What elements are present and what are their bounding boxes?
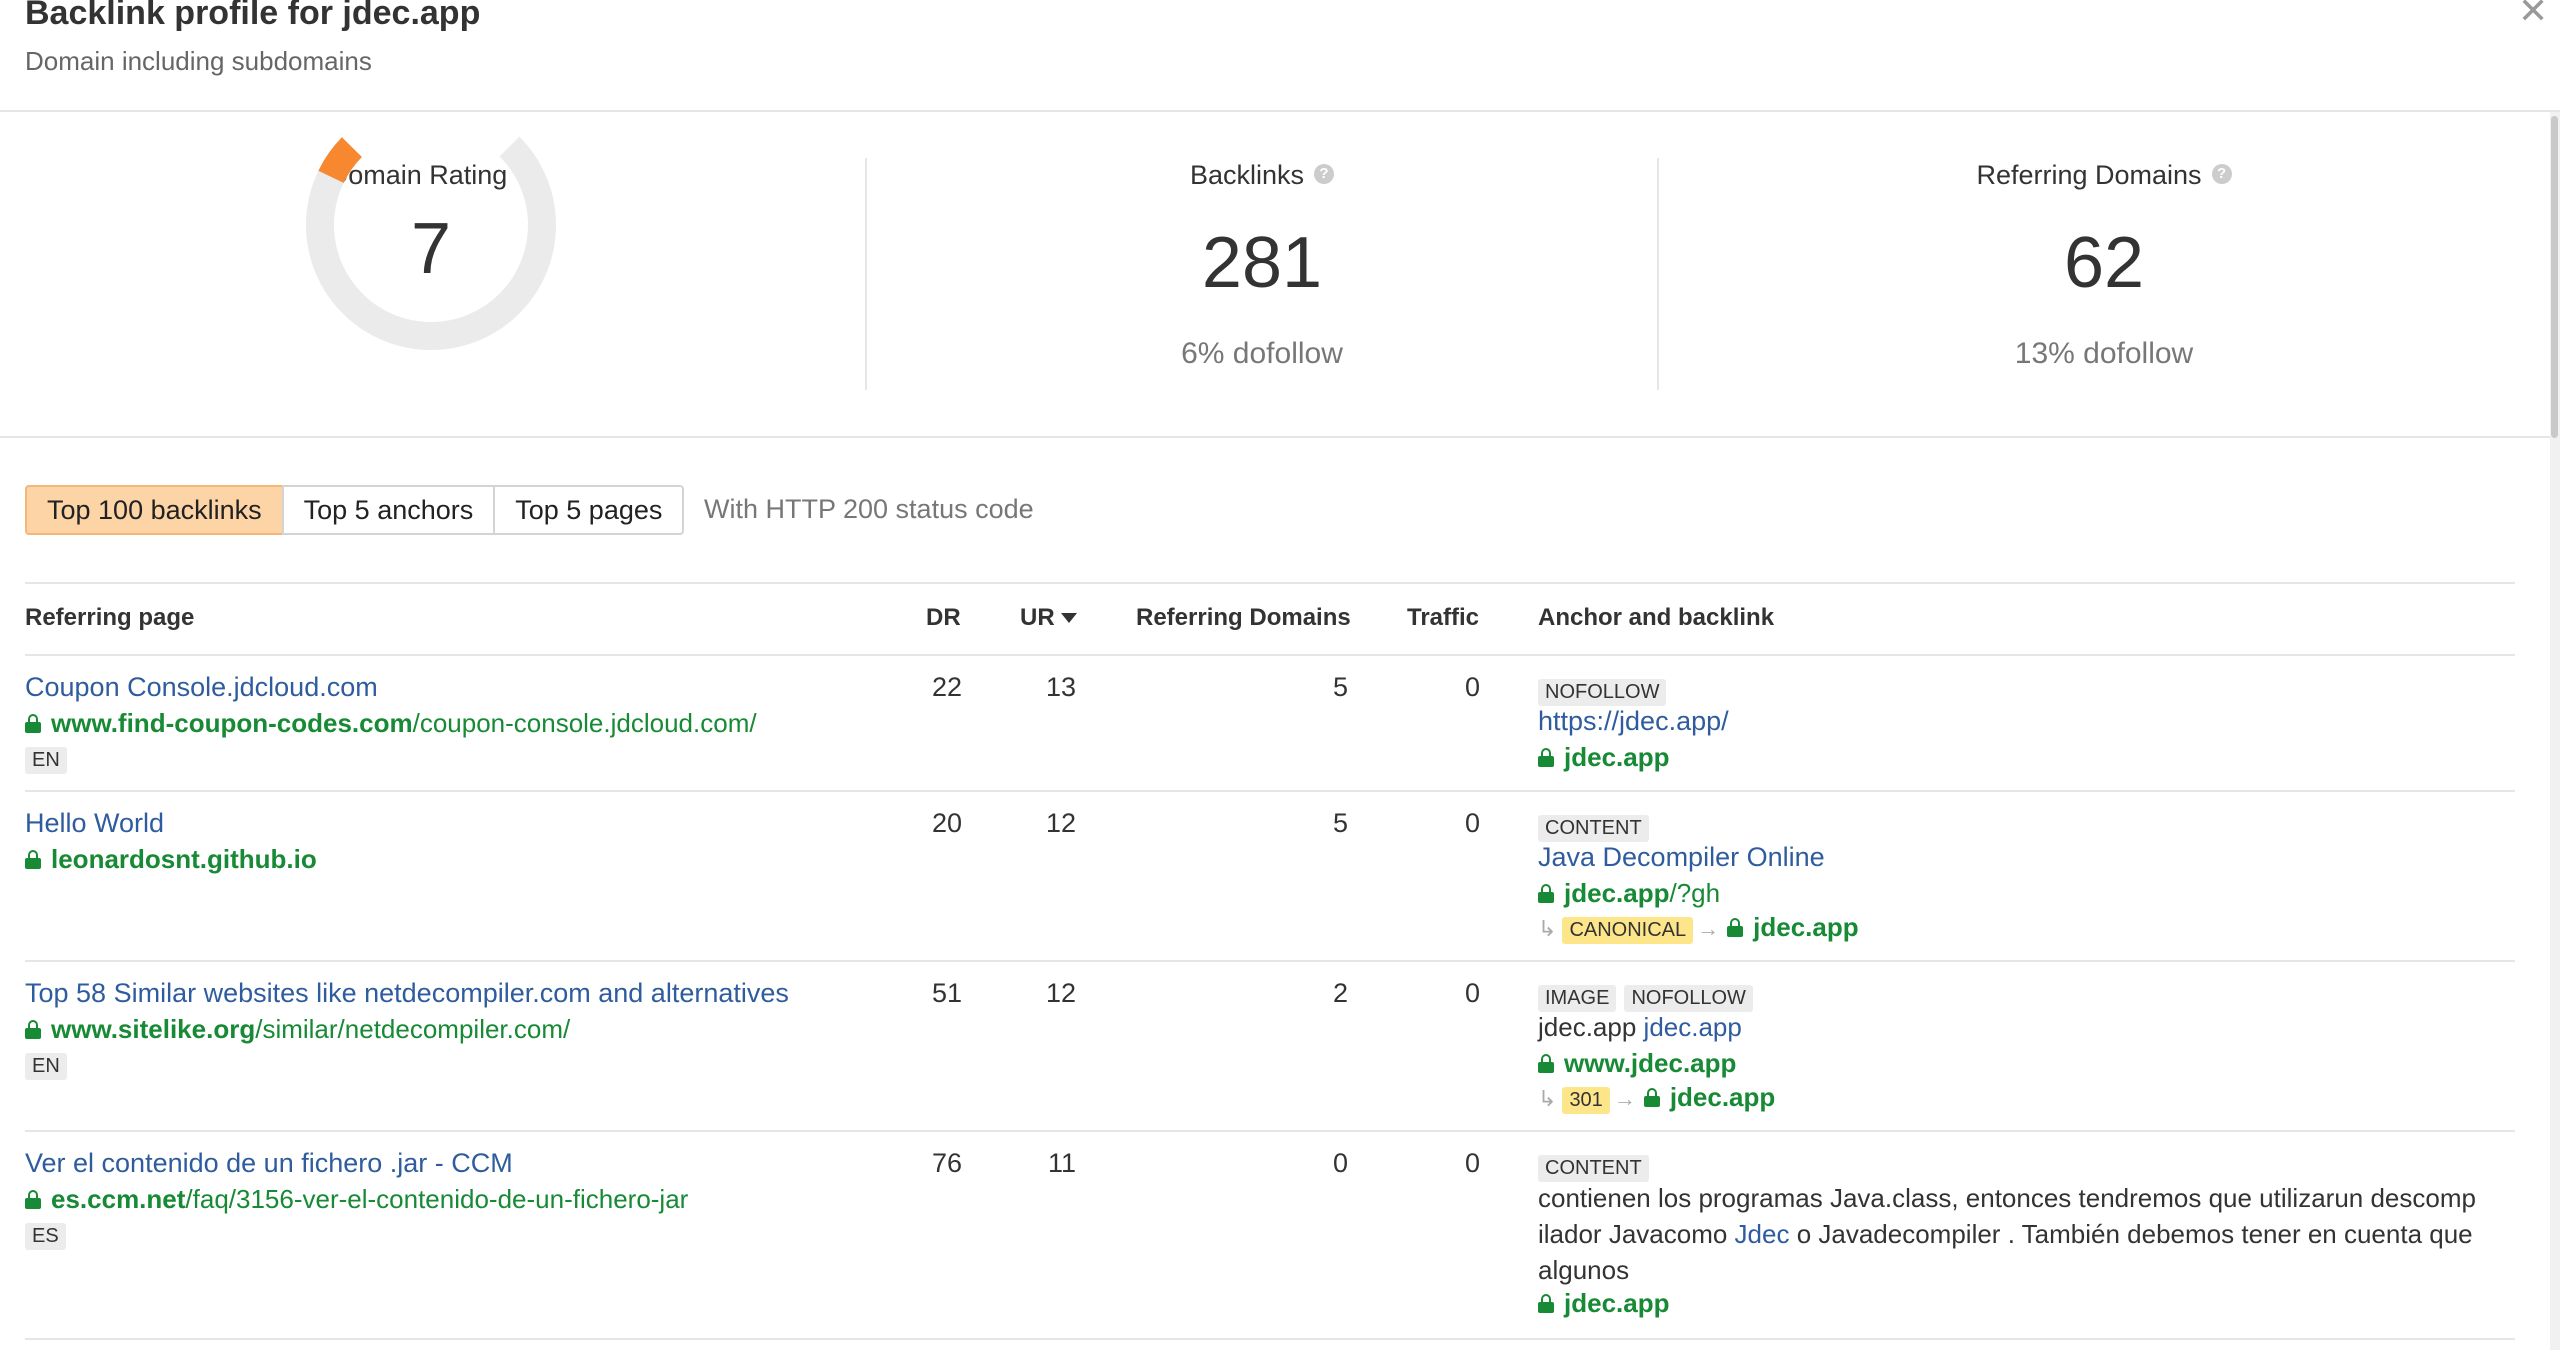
help-icon[interactable]: ? [2211,164,2232,184]
domain-rating-value: 7 [410,209,452,289]
ur-value: 12 [1045,978,1076,1008]
traffic-value: 0 [1464,808,1480,838]
anchor-link[interactable]: Java Decompiler Online [1538,842,1825,873]
lock-icon [25,1020,41,1039]
arrow-right-icon: → [1613,1086,1636,1111]
lock-icon [1538,748,1554,767]
column-header-referring-domains[interactable]: Referring Domains [1136,604,1351,632]
table-top-divider [25,582,2515,584]
help-icon[interactable]: ? [1314,164,1335,184]
modal-subtitle: Domain including subdomains [25,46,372,76]
backlink-target-url[interactable]: jdec.app [1538,742,1669,773]
table-row: Hello World leonardosnt.github.io 20 12 … [0,790,2550,960]
referring-page-title[interactable]: Coupon Console.jdcloud.com [25,672,378,703]
referring-page-url[interactable]: leonardosnt.github.io [25,844,317,875]
image-badge: IMAGE [1538,985,1617,1012]
anchor-link[interactable]: Jdec [1735,1219,1790,1249]
referring-domains-value: 62 [2063,223,2145,303]
referring-domains-metric: Referring Domains? 62 13% dofollow [1659,112,2549,438]
row-divider [25,1338,2515,1340]
column-header-referring-page[interactable]: Referring page [25,604,194,632]
referring-domains-value: 5 [1332,672,1348,702]
column-header-traffic[interactable]: Traffic [1407,604,1479,632]
lock-icon [1643,1088,1660,1107]
anchor-link[interactable]: jdec.app [1644,1012,1742,1042]
referring-domains-value: 0 [1332,1148,1348,1178]
ur-value: 12 [1045,808,1076,838]
content-badge: CONTENT [1538,1155,1649,1182]
referring-domains-value: 2 [1332,978,1348,1008]
dr-value: 76 [931,1148,962,1178]
lock-icon [1538,884,1554,903]
ur-value: 11 [1047,1148,1076,1178]
anchor-link[interactable]: https://jdec.app/ [1538,706,1729,737]
dr-value: 22 [931,672,962,702]
referring-page-url[interactable]: www.find-coupon-codes.com/coupon-console… [25,708,757,739]
lock-icon [25,850,41,869]
ur-value: 13 [1045,672,1076,702]
referring-page-url[interactable]: www.sitelike.org/similar/netdecompiler.c… [25,1014,570,1045]
tab-top-5-anchors[interactable]: Top 5 anchors [281,485,496,535]
anchor-text: jdec.app jdec.app [1538,1012,1742,1042]
close-icon[interactable]: ✕ [2518,0,2548,32]
language-badge: EN [25,1053,67,1080]
redirect-301-badge: 301 [1562,1087,1610,1114]
redirect-chain: ↳ CANONICAL → jdec.app [1538,912,1859,944]
table-row: Top 58 Similar websites like netdecompil… [0,960,2550,1130]
referring-domains-value: 5 [1332,808,1348,838]
status-note: With HTTP 200 status code [704,494,1034,524]
backlinks-label: Backlinks? [867,160,1657,191]
column-header-dr[interactable]: DR [926,604,961,632]
dr-value: 20 [931,808,962,838]
language-badge: EN [25,747,67,774]
lock-icon [25,1190,41,1209]
redirect-icon: ↳ [1538,1086,1557,1111]
dr-value: 51 [931,978,962,1008]
content-badge: CONTENT [1538,815,1649,842]
backlinks-metric: Backlinks? 281 6% dofollow [867,112,1657,438]
redirect-icon: ↳ [1538,916,1557,941]
lock-icon [25,714,41,733]
backlinks-value: 281 [1201,223,1323,303]
referring-page-title[interactable]: Hello World [25,808,164,839]
traffic-value: 0 [1464,978,1480,1008]
canonical-badge: CANONICAL [1562,917,1694,944]
nofollow-badge: NOFOLLOW [1538,679,1667,706]
metrics-panel: Domain Rating? 7 Backlinks? 281 6% dofol… [0,99,2550,438]
backlinks-dofollow: 6% dofollow [1181,337,1343,370]
column-header-anchor[interactable]: Anchor and backlink [1538,604,1774,632]
table-row: Ver el contenido de un fichero .jar - CC… [0,1130,2550,1340]
lock-icon [1727,918,1744,937]
modal-header: Backlink profile for jdec.app Domain inc… [0,0,2560,112]
tab-top-100-backlinks[interactable]: Top 100 backlinks [25,485,284,535]
referring-domains-dofollow: 13% dofollow [2014,337,2194,370]
referring-page-title[interactable]: Ver el contenido de un fichero .jar - CC… [25,1148,513,1179]
traffic-value: 0 [1464,1148,1480,1178]
language-badge: ES [25,1223,66,1250]
lock-icon [1538,1294,1554,1313]
backlink-target-url[interactable]: jdec.app [1538,1288,1669,1319]
anchor-text: contienen los programas Java.class, ento… [1538,1183,2476,1285]
arrow-right-icon: → [1697,916,1720,941]
scrollbar-thumb[interactable] [2551,116,2558,438]
sort-desc-icon [1060,613,1077,623]
backlink-tabs: Top 100 backlinks Top 5 anchors Top 5 pa… [25,485,685,535]
table-row: Coupon Console.jdcloud.com www.find-coup… [0,654,2550,790]
redirect-chain: ↳ 301 → jdec.app [1538,1082,1776,1114]
traffic-value: 0 [1464,672,1480,702]
referring-page-url[interactable]: es.ccm.net/faq/3156-ver-el-contenido-de-… [25,1184,688,1215]
column-header-ur[interactable]: UR [1020,604,1077,632]
tab-top-5-pages[interactable]: Top 5 pages [493,485,685,535]
backlink-target-url[interactable]: jdec.app/?gh [1538,878,1720,909]
referring-page-title[interactable]: Top 58 Similar websites like netdecompil… [25,978,789,1009]
nofollow-badge: NOFOLLOW [1624,985,1753,1012]
backlink-target-url[interactable]: www.jdec.app [1538,1048,1736,1079]
referring-domains-label: Referring Domains? [1659,160,2549,191]
modal-title: Backlink profile for jdec.app [25,0,481,32]
lock-icon [1538,1054,1554,1073]
